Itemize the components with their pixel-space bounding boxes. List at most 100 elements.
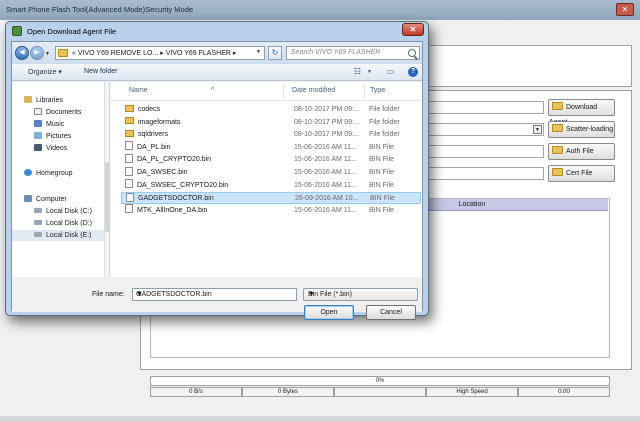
- pictures-icon: [34, 131, 42, 139]
- organize-button[interactable]: Organize ▾: [28, 68, 62, 76]
- cert-path-field[interactable]: [428, 167, 544, 180]
- nav-scrollbar[interactable]: [104, 82, 109, 277]
- search-icon: [408, 49, 416, 57]
- main-bottom-edge: [0, 416, 640, 422]
- file-row[interactable]: DA_PL.bin 15-06-2016 AM 11... BIN File: [121, 141, 421, 154]
- nav-item-computer[interactable]: Computer: [12, 194, 109, 205]
- nav-item-drive-e[interactable]: Local Disk (E:): [12, 230, 109, 241]
- download-agent-path-field[interactable]: [428, 101, 544, 114]
- chevron-down-icon[interactable]: ▼: [136, 291, 294, 298]
- nav-item-homegroup[interactable]: Homegroup: [12, 168, 109, 179]
- file-row[interactable]: MTK_AllInOne_DA.bin 15-06-2016 AM 11... BI…: [121, 204, 421, 217]
- help-icon[interactable]: ?: [408, 67, 418, 77]
- file-name-field[interactable]: GADGETSDOCTOR.bin ▼: [132, 288, 297, 301]
- breadcrumb-separator[interactable]: ▸: [160, 50, 164, 57]
- folder-icon: [58, 49, 68, 57]
- breadcrumb-overflow[interactable]: «: [72, 50, 76, 57]
- nav-item-label: Pictures: [46, 133, 72, 140]
- file-date-cell: 26-09-2016 AM 10...: [295, 195, 359, 203]
- column-header-date[interactable]: Date modified: [292, 87, 335, 94]
- nav-item-videos[interactable]: Videos: [12, 143, 109, 154]
- cert-file-button[interactable]: Cert File: [548, 165, 615, 182]
- search-input[interactable]: Search VIVO Y69 FLASHER: [286, 46, 420, 60]
- nav-item-label: Videos: [46, 145, 68, 152]
- breadcrumb-item-flasher[interactable]: VIVO Y69 FLASHER: [166, 50, 231, 57]
- dialog-body: ◀ ▶ ▼ « VIVO Y69 REMOVE LO... ▸ VIVO Y69…: [11, 41, 423, 320]
- chevron-down-icon[interactable]: ▼: [533, 125, 542, 134]
- address-bar[interactable]: « VIVO Y69 REMOVE LO... ▸ VIVO Y69 FLASH…: [55, 46, 265, 60]
- file-icon: [125, 166, 133, 176]
- file-name-cell: DA_PL_CRYPTO20.bin: [125, 154, 211, 166]
- file-row[interactable]: GADGETSDOCTOR.bin 26-09-2016 AM 10... BIN …: [121, 192, 421, 205]
- file-type-select[interactable]: Bin File (*.bin) ▼: [303, 288, 418, 301]
- folder-icon: [552, 124, 563, 133]
- auth-file-button[interactable]: Auth File: [548, 143, 615, 160]
- preview-pane-icon[interactable]: ▭: [385, 67, 396, 77]
- recent-locations-icon[interactable]: ▼: [45, 51, 50, 57]
- file-icon: [125, 204, 133, 214]
- file-row[interactable]: imageformats 08-10-2017 PM 09:... File fol…: [121, 117, 421, 129]
- dialog-close-button[interactable]: ✕: [402, 23, 424, 36]
- main-top-panel: [430, 45, 632, 87]
- auth-file-label: Auth File: [566, 148, 594, 155]
- nav-item-pictures[interactable]: Pictures: [12, 131, 109, 142]
- cancel-button[interactable]: Cancel: [366, 305, 416, 320]
- file-icon: [126, 192, 134, 202]
- file-row[interactable]: sqldrivers 08-10-2017 PM 09:... File folde…: [121, 129, 421, 141]
- dialog-toolbar: Organize ▾ New folder ☷ ▼ ▭ ?: [12, 64, 422, 81]
- file-row[interactable]: DA_SWSEC.bin 15-06-2016 AM 11... BIN File: [121, 166, 421, 179]
- file-row[interactable]: DA_PL_CRYPTO20.bin 15-06-2016 AM 11... BIN…: [121, 154, 421, 166]
- file-date-cell: 08-10-2017 PM 09:...: [294, 106, 360, 113]
- file-name-cell: DA_SWSEC_CRYPTO20.bin: [125, 179, 228, 192]
- open-button[interactable]: Open: [304, 305, 354, 320]
- new-folder-button[interactable]: New folder: [84, 68, 117, 75]
- scatter-path-combo[interactable]: ▼: [428, 123, 544, 136]
- chevron-down-icon[interactable]: ▼: [256, 49, 261, 55]
- videos-icon: [34, 143, 42, 151]
- view-options-icon[interactable]: ☷: [352, 67, 363, 77]
- navigation-pane: Libraries Documents Music Pictures Video…: [12, 82, 110, 277]
- file-list-header: Name ^ Date modified Type: [111, 82, 422, 101]
- refresh-button[interactable]: ↻: [268, 46, 282, 60]
- nav-item-libraries[interactable]: Libraries: [12, 95, 109, 106]
- dialog-titlebar[interactable]: Open Download Agent File ✕: [6, 22, 428, 41]
- back-button[interactable]: ◀: [15, 46, 29, 60]
- file-name-cell: DA_SWSEC.bin: [125, 166, 188, 179]
- nav-item-drive-d[interactable]: Local Disk (D:): [12, 218, 109, 229]
- column-divider[interactable]: [364, 84, 365, 99]
- file-row[interactable]: codecs 08-10-2017 PM 09:... File folder: [121, 104, 421, 116]
- file-name-cell: codecs: [125, 104, 160, 116]
- nav-item-label: Local Disk (C:): [46, 208, 92, 215]
- chevron-down-icon[interactable]: ▼: [364, 67, 375, 77]
- nav-scrollbar-thumb[interactable]: [105, 162, 109, 232]
- breadcrumb-item-remove-lock[interactable]: VIVO Y69 REMOVE LO...: [78, 50, 158, 57]
- nav-item-label: Documents: [46, 109, 82, 116]
- status-blank: [334, 387, 426, 397]
- nav-item-drive-c[interactable]: Local Disk (C:): [12, 206, 109, 217]
- homegroup-icon: [24, 168, 32, 176]
- auth-path-field[interactable]: [428, 145, 544, 158]
- main-titlebar: Smart Phone Flash Tool(Advanced Mode)Sec…: [0, 0, 640, 20]
- libraries-icon: [24, 95, 32, 103]
- column-divider[interactable]: [283, 84, 284, 99]
- status-speed: 0 B/s: [150, 387, 242, 397]
- nav-item-documents[interactable]: Documents: [12, 107, 109, 118]
- download-agent-button[interactable]: Download Agent: [548, 99, 615, 126]
- search-placeholder: Search VIVO Y69 FLASHER: [291, 49, 381, 56]
- folder-icon: [125, 117, 134, 125]
- file-name-text: imageformats: [138, 118, 181, 126]
- app-icon: [12, 26, 22, 36]
- breadcrumb: « VIVO Y69 REMOVE LO... ▸ VIVO Y69 FLASH…: [72, 49, 236, 57]
- column-header-type[interactable]: Type: [370, 87, 385, 94]
- main-close-button[interactable]: ✕: [616, 3, 634, 16]
- scatter-loading-button[interactable]: Scatter-loading: [548, 121, 615, 138]
- dialog-title: Open Download Agent File: [27, 27, 117, 36]
- forward-button[interactable]: ▶: [30, 46, 44, 60]
- breadcrumb-separator[interactable]: ▸: [233, 50, 237, 57]
- file-row[interactable]: DA_SWSEC_CRYPTO20.bin 15-06-2016 AM 11...…: [121, 179, 421, 192]
- file-type-cell: File folder: [369, 131, 400, 139]
- file-type-cell: BIN File: [369, 181, 394, 189]
- column-header-name[interactable]: Name: [129, 87, 148, 94]
- nav-item-music[interactable]: Music: [12, 119, 109, 130]
- file-date-cell: 15-06-2016 AM 11...: [294, 143, 357, 151]
